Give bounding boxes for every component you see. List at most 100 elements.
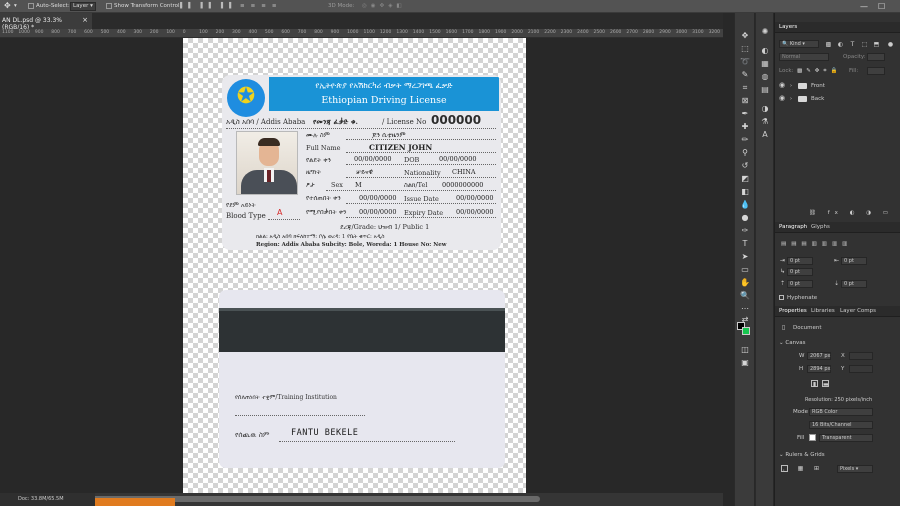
mode-dropdown[interactable]: RGB Color	[809, 408, 873, 416]
healing-brush-icon[interactable]: ✚	[739, 122, 751, 132]
fill-dropdown[interactable]: Transparent	[819, 434, 873, 442]
eyedropper-tool-icon[interactable]: ✒	[739, 109, 751, 119]
close-tab-icon[interactable]: ×	[82, 16, 88, 24]
move-tool-icon[interactable]: ✥	[4, 1, 11, 10]
screen-mode-icon[interactable]: ▣	[739, 358, 751, 368]
layer-actions-icons[interactable]: ⛓ fx ◐ ◑ ▭ ⊞ 🗑	[809, 210, 900, 216]
paragraph-align-icons[interactable]: ▤▤▤▥▥▥▥	[781, 241, 852, 247]
indent-right-field[interactable]: 0 pt	[841, 257, 867, 265]
license-back-card[interactable]: የሰለጠነበት ተቋም/Training Institution የሰጪዉ ስም…	[219, 290, 505, 468]
libraries-panel-icon[interactable]: ⚗	[760, 117, 770, 127]
character-panel-icon[interactable]: A	[760, 130, 770, 140]
crop-tool-icon[interactable]: ⌗	[739, 83, 751, 93]
rectangle-tool-icon[interactable]: ▭	[739, 265, 751, 275]
filter-shape-icon[interactable]: ⬚	[861, 41, 868, 48]
sex-am-label: ፆታ	[306, 181, 315, 189]
expand-arrow-icon[interactable]: ›	[790, 96, 792, 102]
frame-tool-icon[interactable]: ⊠	[739, 96, 751, 106]
grid-icon[interactable]: ▦	[797, 465, 804, 472]
tab-paragraph[interactable]: Paragraph	[779, 224, 807, 230]
landscape-orientation-icon[interactable]: ▬	[822, 380, 829, 388]
swatches-panel-icon[interactable]: ▦	[760, 59, 770, 69]
lasso-tool-icon[interactable]: ➰	[739, 57, 751, 67]
background-color-swatch[interactable]	[742, 327, 750, 335]
filter-pixel-icon[interactable]: ▩	[825, 41, 832, 48]
more-tools-icon[interactable]: ⋯	[739, 304, 751, 314]
zoom-tool-icon[interactable]: 🔍	[739, 291, 751, 301]
layer-kind-filter[interactable]: 🔍 Kind ▾	[779, 40, 819, 48]
space-after-field[interactable]: 0 pt	[841, 280, 867, 288]
3d-mode-icons[interactable]: ◎◉✥◈◧	[362, 3, 406, 9]
ruler-icon[interactable]: ⌞	[781, 465, 788, 473]
filter-type-icon[interactable]: T	[849, 41, 856, 48]
auto-select-checkbox[interactable]	[28, 3, 34, 9]
quick-mask-icon[interactable]: ◫	[739, 345, 751, 355]
filter-toggle-icon[interactable]: ●	[887, 41, 894, 48]
auto-select-dropdown[interactable]: Layer ▾	[70, 2, 96, 11]
blur-tool-icon[interactable]: 💧	[739, 200, 751, 210]
align-buttons-icon[interactable]: ▐▌▐▌▐▌	[178, 3, 239, 9]
visibility-eye-icon[interactable]: ◉	[779, 95, 785, 102]
marquee-tool-icon[interactable]: ⬚	[739, 44, 751, 54]
tab-layer-comps[interactable]: Layer Comps	[840, 308, 876, 314]
color-panel-icon[interactable]: ◐	[760, 46, 770, 56]
indent-left-field[interactable]: 0 pt	[787, 257, 813, 265]
bit-depth-dropdown[interactable]: 16 Bits/Channel	[809, 421, 873, 429]
tool-preset-caret-icon[interactable]: ▾	[14, 3, 17, 9]
show-transform-checkbox[interactable]	[106, 3, 112, 9]
layer-row[interactable]: ◉ › Back	[775, 93, 900, 105]
history-brush-icon[interactable]: ↺	[739, 161, 751, 171]
expand-arrow-icon[interactable]: ›	[790, 83, 792, 89]
clone-stamp-icon[interactable]: ⚲	[739, 148, 751, 158]
layer-row[interactable]: ◉ › Front	[775, 80, 900, 92]
filter-adjust-icon[interactable]: ◐	[837, 41, 844, 48]
quick-select-tool-icon[interactable]: ✎	[739, 70, 751, 80]
path-select-icon[interactable]: ➤	[739, 252, 751, 262]
first-line-indent-field[interactable]: 0 pt	[787, 268, 813, 276]
canvas-section-toggle[interactable]: ⌄ Canvas	[779, 340, 806, 346]
fill-field[interactable]	[867, 67, 885, 75]
visibility-eye-icon[interactable]: ◉	[779, 82, 785, 89]
tab-libraries[interactable]: Libraries	[811, 308, 835, 314]
ruler-units-dropdown[interactable]: Pixels ▾	[837, 465, 873, 473]
lock-icons[interactable]: ▩✎✥⌗🔒	[797, 68, 841, 75]
type-tool-icon[interactable]: T	[739, 239, 751, 249]
tab-layers[interactable]: Layers	[779, 24, 797, 30]
x-field[interactable]	[849, 352, 873, 360]
filter-smart-icon[interactable]: ⬒	[873, 41, 880, 48]
layers-panel-icon[interactable]: ✺	[760, 27, 770, 37]
pen-tool-icon[interactable]: ✑	[739, 226, 751, 236]
maximize-icon[interactable]: ☐	[878, 2, 885, 11]
document-tab[interactable]: AN DL.psd @ 33.3% (RGB/16) * ×	[0, 13, 92, 31]
rulers-section-toggle[interactable]: ⌄ Rulers & Grids	[779, 452, 825, 458]
document-canvas[interactable]: ✪ የኢትዮጵያ የአሽከርካሪ ብቃት ማረጋገጫ ፈቃድ Ethiopian…	[183, 38, 526, 493]
hyphenate-checkbox[interactable]	[779, 295, 784, 300]
dodge-tool-icon[interactable]: ●	[739, 213, 751, 223]
region-am-line: ክልል: አዲስ አበባ ክፍለከተማ: ቦሌ ወረዳ: 1 የቤት ቁጥር: …	[256, 234, 385, 240]
taskbar-app-tab[interactable]	[95, 498, 175, 506]
sex-label: Sex	[331, 181, 343, 189]
hand-tool-icon[interactable]: ✋	[739, 278, 751, 288]
brush-tool-icon[interactable]: ✏	[739, 135, 751, 145]
opacity-field[interactable]	[867, 53, 885, 61]
eraser-tool-icon[interactable]: ◩	[739, 174, 751, 184]
canvas-area[interactable]: ✪ የኢትዮጵያ የአሽከርካሪ ብቃት ማረጋገጫ ፈቃድ Ethiopian…	[0, 38, 723, 493]
tab-glyphs[interactable]: Glyphs	[811, 224, 830, 230]
guides-icon[interactable]: ⊞	[813, 465, 820, 472]
distribute-buttons-icon[interactable]: ≡≡≡≡	[240, 3, 282, 9]
blend-mode-dropdown[interactable]: Normal	[779, 53, 829, 61]
adjustments-panel-icon[interactable]: ◑	[760, 104, 770, 114]
minimize-icon[interactable]: —	[860, 2, 868, 11]
fill-swatch[interactable]	[809, 434, 816, 441]
width-field[interactable]: 2067 px	[807, 352, 831, 360]
space-before-field[interactable]: 0 pt	[787, 280, 813, 288]
tab-properties[interactable]: Properties	[779, 308, 807, 314]
height-field[interactable]: 2894 px	[807, 365, 831, 373]
move-tool-icon[interactable]: ✥	[739, 31, 751, 41]
gradient-tool-icon[interactable]: ◧	[739, 187, 751, 197]
y-field[interactable]	[849, 365, 873, 373]
portrait-orientation-icon[interactable]: ▮	[811, 380, 818, 388]
gradients-panel-icon[interactable]: ◍	[760, 72, 770, 82]
license-front-card[interactable]: ✪ የኢትዮጵያ የአሽከርካሪ ብቃት ማረጋገጫ ፈቃድ Ethiopian…	[222, 75, 501, 250]
patterns-panel-icon[interactable]: ▤	[760, 85, 770, 95]
